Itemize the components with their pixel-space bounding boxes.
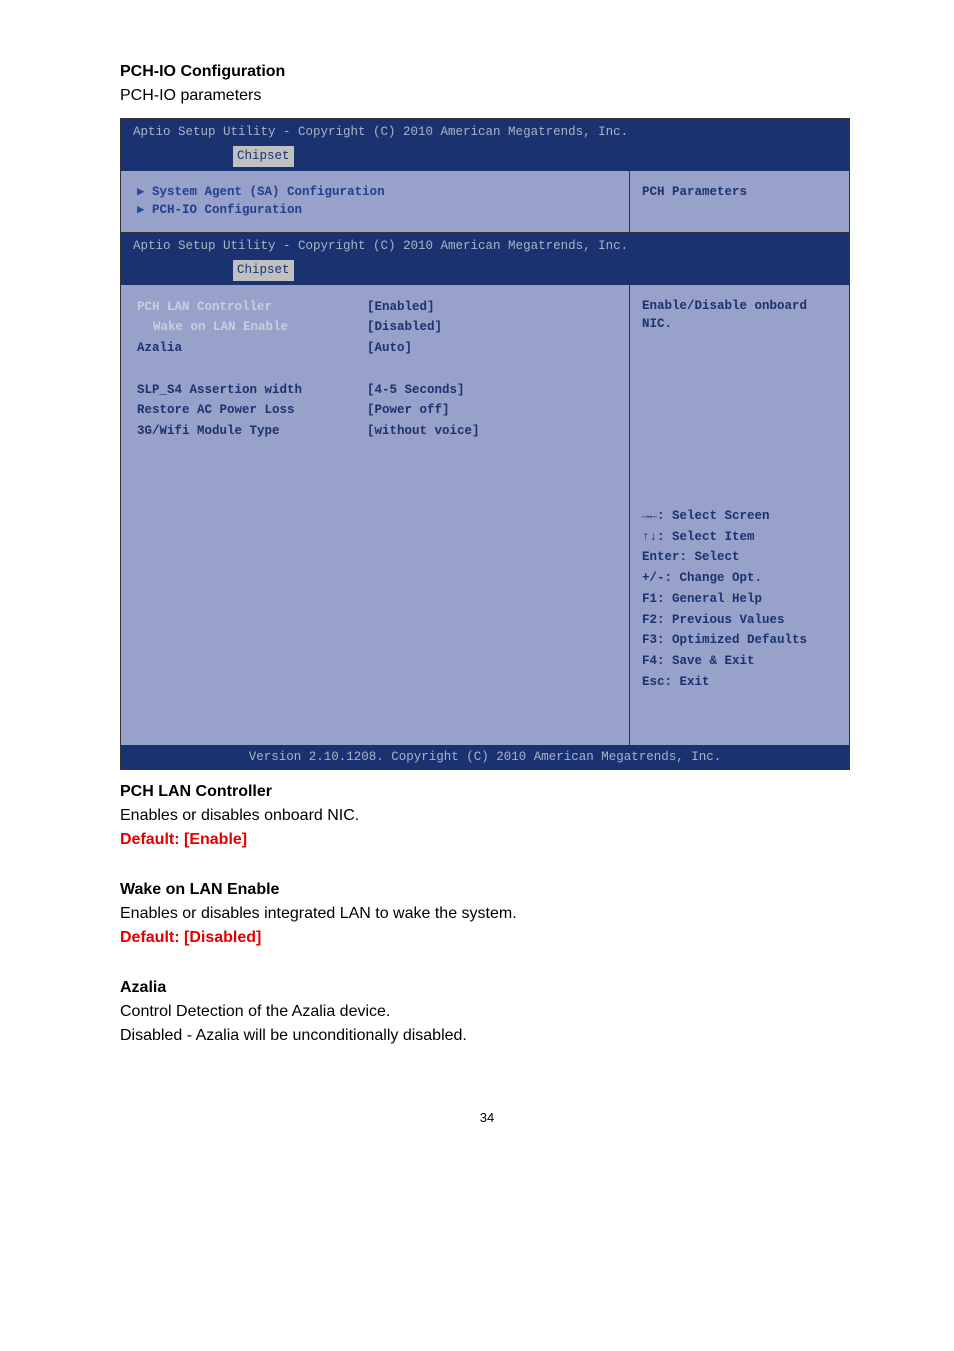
bios1-item-pchio: ▶ PCH-IO Configuration — [137, 201, 613, 220]
bios2-body: PCH LAN Controller [Enabled] Wake on LAN… — [121, 285, 849, 745]
bios1-tab-chipset: Chipset — [233, 146, 294, 167]
page-heading: PCH-IO Configuration — [120, 60, 854, 84]
bios1-left-pane: ▶ System Agent (SA) Configuration ▶ PCH-… — [121, 171, 629, 233]
bios2-help-line-5: F2: Previous Values — [642, 610, 837, 631]
bios1-item-sa: ▶ System Agent (SA) Configuration — [137, 183, 613, 202]
page-subheading: PCH-IO parameters — [120, 84, 854, 108]
bios1-help-text: PCH Parameters — [642, 183, 837, 202]
sec1-default: Default: [Enable] — [120, 828, 854, 852]
bios1-header-title: Aptio Setup Utility - Copyright (C) 2010… — [133, 123, 628, 142]
bios2-help-line-4: F1: General Help — [642, 589, 837, 610]
bios2-header: Aptio Setup Utility - Copyright (C) 2010… — [121, 233, 849, 260]
bios2-setting-1: Wake on LAN Enable [Disabled] — [137, 317, 613, 338]
bios2-header-title: Aptio Setup Utility - Copyright (C) 2010… — [133, 237, 628, 256]
bios2-help-bottom: →←: Select Screen ↑↓: Select Item Enter:… — [642, 506, 837, 693]
bios2-setting-5: Restore AC Power Loss [Power off] — [137, 400, 613, 421]
sec1-title: PCH LAN Controller — [120, 780, 854, 804]
bios2-setting-4: SLP_S4 Assertion width [4-5 Seconds] — [137, 380, 613, 401]
bios1-tabs: Chipset — [121, 146, 849, 171]
bios2-setting-6: 3G/Wifi Module Type [without voice] — [137, 421, 613, 442]
page-number: 34 — [120, 1108, 854, 1128]
sec1-desc: Enables or disables onboard NIC. — [120, 804, 854, 828]
bios1-body: ▶ System Agent (SA) Configuration ▶ PCH-… — [121, 171, 849, 233]
bios2-tabs: Chipset — [121, 260, 849, 285]
bios2-help-line-1: ↑↓: Select Item — [642, 527, 837, 548]
bios2-footer: Version 2.10.1208. Copyright (C) 2010 Am… — [121, 745, 849, 770]
bios1-header: Aptio Setup Utility - Copyright (C) 2010… — [121, 119, 849, 146]
bios2-tab-chipset: Chipset — [233, 260, 294, 281]
bios-screenshot-1: Aptio Setup Utility - Copyright (C) 2010… — [120, 118, 850, 233]
bios1-right-pane: PCH Parameters — [629, 171, 849, 233]
sec2-title: Wake on LAN Enable — [120, 878, 854, 902]
bios2-setting-2: Azalia [Auto] — [137, 338, 613, 359]
bios2-help-line-0: →←: Select Screen — [642, 506, 837, 527]
sec3-desc2: Disabled - Azalia will be unconditionall… — [120, 1024, 854, 1048]
sec2-default: Default: [Disabled] — [120, 926, 854, 950]
sec3-title: Azalia — [120, 976, 854, 1000]
bios2-setting-0: PCH LAN Controller [Enabled] — [137, 297, 613, 318]
bios2-right-pane: Enable/Disable onboard NIC. →←: Select S… — [629, 285, 849, 745]
sec2-desc: Enables or disables integrated LAN to wa… — [120, 902, 854, 926]
bios2-help-top: Enable/Disable onboard NIC. — [642, 297, 837, 335]
sec3-desc1: Control Detection of the Azalia device. — [120, 1000, 854, 1024]
bios2-help-line-6: F3: Optimized Defaults — [642, 630, 837, 651]
bios2-help-line-8: Esc: Exit — [642, 672, 837, 693]
bios-screenshot-2: Aptio Setup Utility - Copyright (C) 2010… — [120, 233, 850, 770]
bios2-help-line-2: Enter: Select — [642, 547, 837, 568]
bios2-help-line-3: +/-: Change Opt. — [642, 568, 837, 589]
bios2-setting-3 — [137, 359, 613, 380]
bios2-left-pane: PCH LAN Controller [Enabled] Wake on LAN… — [121, 285, 629, 745]
bios2-help-line-7: F4: Save & Exit — [642, 651, 837, 672]
